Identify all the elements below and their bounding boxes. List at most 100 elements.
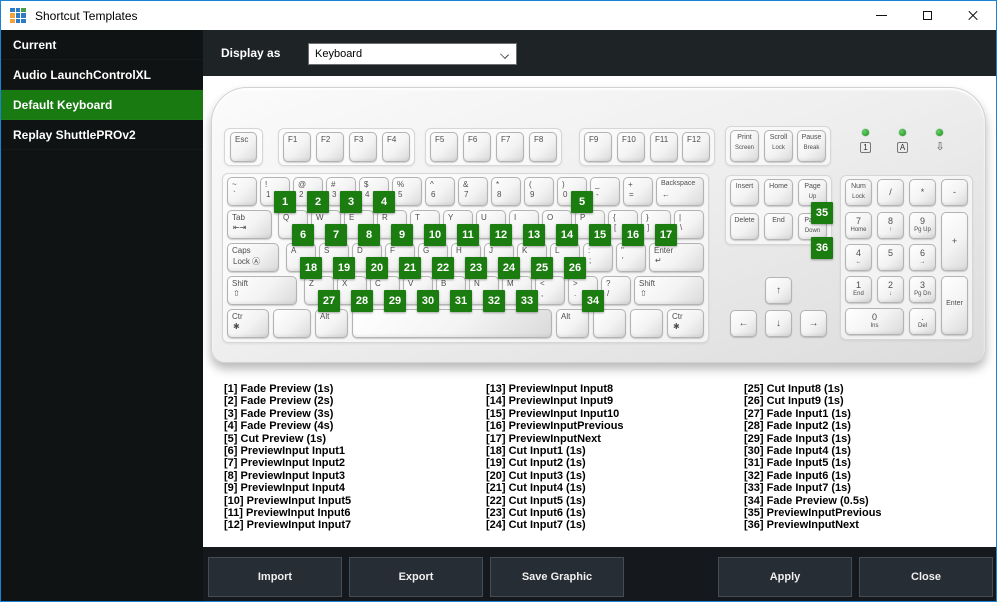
mapping-column: [25] Cut Input8 (1s) [26] Cut Input9 (1s)… (744, 383, 882, 532)
mapping-line: [10] PreviewInput Input5 (224, 494, 352, 507)
shortcut-badge-7: 7 (325, 224, 347, 246)
key-alt: Alt (315, 309, 348, 338)
display-as-label: Display as (221, 46, 281, 60)
display-as-dropdown[interactable]: Keyboard (308, 43, 517, 65)
key-esc: Esc (230, 132, 257, 162)
shortcut-badge-4: 4 (373, 191, 395, 213)
key-4: 4 ← (845, 244, 872, 271)
shortcut-badge-31: 31 (450, 290, 472, 312)
mapping-line: [35] PreviewInputPrevious (744, 507, 882, 520)
mapping-line: [6] PreviewInput Input1 (224, 445, 346, 458)
key-enter: Enter (941, 276, 968, 335)
key-alt: Alt (556, 309, 589, 338)
key-blank: " ' (616, 243, 646, 272)
key-home: Home (764, 179, 793, 206)
mapping-line: [25] Cut Input8 (1s) (744, 383, 844, 395)
close-button[interactable]: Close (859, 557, 993, 597)
sidebar-item-audio-launchcontrolxl[interactable]: Audio LaunchControlXL (1, 60, 203, 90)
minimize-icon (875, 15, 887, 16)
maximize-icon (922, 11, 932, 20)
mapping-line: [29] Fade Input3 (1s) (744, 432, 851, 445)
key-blank: ← (730, 310, 757, 337)
shortcut-badge-28: 28 (351, 290, 373, 312)
shortcut-badge-3: 3 (340, 191, 362, 213)
export-button[interactable]: Export (349, 557, 483, 597)
close-icon (967, 10, 979, 22)
shortcut-badge-35: 35 (811, 202, 833, 224)
key-9: 9 Pg Up (909, 212, 936, 239)
mapping-line: [23] Cut Input6 (1s) (486, 507, 586, 520)
sidebar-item-replay-shuttleprov2[interactable]: Replay ShuttlePROv2 (1, 120, 203, 150)
shortcut-badge-2: 2 (307, 191, 329, 213)
mapping-line: [2] Fade Preview (2s) (224, 395, 334, 408)
shortcut-badge-29: 29 (384, 290, 406, 312)
close-button[interactable] (950, 1, 996, 30)
maximize-button[interactable] (904, 1, 950, 30)
key-print: Print Screen (730, 130, 759, 162)
mapping-line: [34] Fade Preview (0.5s) (744, 494, 869, 507)
capslock-led-icon: A (897, 142, 908, 153)
mapping-line: [19] Cut Input2 (1s) (486, 457, 586, 470)
save-graphic-button[interactable]: Save Graphic (490, 557, 624, 597)
key-blank: ^ 6 (425, 177, 455, 206)
mapping-line: [20] Cut Input3 (1s) (486, 469, 586, 482)
mapping-line: [26] Cut Input9 (1s) (744, 395, 844, 408)
key-shift: Shift ⇧ (227, 276, 297, 305)
key-blank: <, (535, 276, 565, 305)
key-blank: | \ (674, 210, 704, 239)
led-indicator (899, 129, 906, 136)
key-f8: F8 (529, 132, 557, 162)
mapping-line: [24] Cut Input7 (1s) (486, 519, 586, 532)
window-body: Current Audio LaunchControlXL Default Keyb… (1, 30, 996, 601)
window-controls (858, 1, 996, 30)
sidebar-item-default-keyboard[interactable]: Default Keyboard (1, 90, 203, 120)
shortcut-badge-26: 26 (564, 257, 586, 279)
mapping-line: [36] PreviewInputNext (744, 519, 859, 532)
mapping-line: [30] Fade Input4 (1s) (744, 445, 851, 458)
shortcut-badge-27: 27 (318, 290, 340, 312)
mapping-line: [32] Fade Input6 (1s) (744, 469, 851, 482)
mapping-line: [14] PreviewInput Input9 (486, 395, 614, 408)
display-as-bar: Display as Keyboard (203, 30, 996, 76)
shortcut-badge-34: 34 (582, 290, 604, 312)
mapping-line: [16] PreviewInputPrevious (486, 420, 624, 433)
key-blank: (9 (524, 177, 554, 206)
mapping-line: [21] Cut Input4 (1s) (486, 482, 586, 495)
key-pause: Pause Break (797, 130, 826, 162)
key-f10: F10 (617, 132, 645, 162)
title-bar: Shortcut Templates (1, 1, 996, 30)
mapping-line: [7] PreviewInput Input2 (224, 457, 346, 470)
shortcut-badge-6: 6 (292, 224, 314, 246)
key-blank: / (877, 179, 904, 206)
apply-button[interactable]: Apply (718, 557, 852, 597)
key-shift: Shift ⇧ (634, 276, 704, 305)
key-caps: Caps Lock Ⓐ (227, 243, 279, 272)
shortcut-badge-10: 10 (424, 224, 446, 246)
key-2: 2 ↓ (877, 276, 904, 303)
key-7: 7 Home (845, 212, 872, 239)
key-f11: F11 (650, 132, 678, 162)
mapping-line: [8] PreviewInput Input3 (224, 469, 346, 482)
shortcut-badge-23: 23 (465, 257, 487, 279)
shortcut-badge-15: 15 (589, 224, 611, 246)
mapping-line: [22] Cut Input5 (1s) (486, 494, 586, 507)
minimize-button[interactable] (858, 1, 904, 30)
app-icon (10, 7, 26, 24)
key-num: Num Lock (845, 179, 872, 206)
mapping-line: [4] Fade Preview (4s) (224, 420, 334, 433)
window-title: Shortcut Templates (35, 8, 138, 23)
shortcut-badge-11: 11 (457, 224, 479, 246)
key-blank: % 5 (392, 177, 422, 206)
shortcut-badge-36: 36 (811, 237, 833, 259)
key-0: 0 Ins (845, 308, 904, 335)
key-f2: F2 (316, 132, 344, 162)
mapping-line: [12] PreviewInput Input7 (224, 519, 352, 532)
key-6: 6 → (909, 244, 936, 271)
key-3: 3 Pg Dn (909, 276, 936, 303)
key-1: 1 End (845, 276, 872, 303)
key-insert: Insert (730, 179, 759, 206)
import-button[interactable]: Import (208, 557, 342, 597)
sidebar-item-current[interactable]: Current (1, 30, 203, 60)
shortcut-badge-19: 19 (333, 257, 355, 279)
key-f9: F9 (584, 132, 612, 162)
